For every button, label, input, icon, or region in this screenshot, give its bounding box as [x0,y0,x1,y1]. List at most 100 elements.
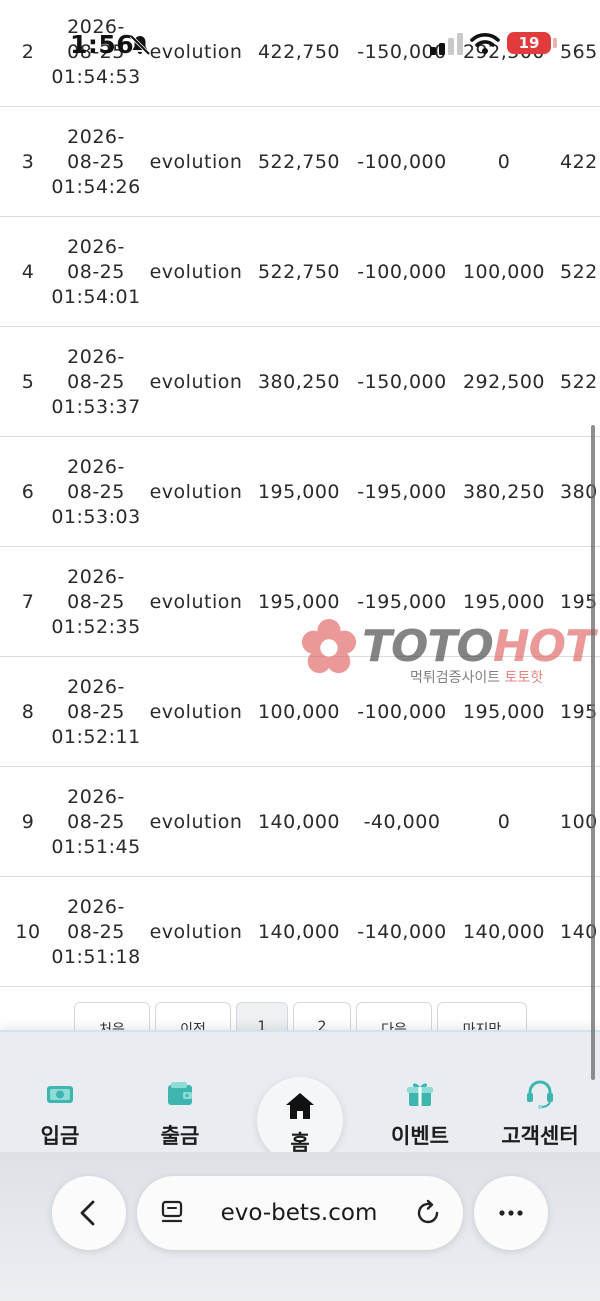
row-number: 9 [21,811,35,833]
row-win: 0 [497,151,511,173]
row-game: evolution [149,41,243,63]
table-row: 3 2026- 08-25 01:54:26 evolution 522,750… [0,107,600,217]
row-datetime: 2026- 08-25 01:51:18 [50,877,142,987]
wallet-icon [168,1082,192,1105]
row-month-day: 08-25 [67,480,125,503]
row-time: 01:53:03 [51,505,141,528]
row-datetime: 2026- 08-25 01:54:26 [50,107,142,217]
watermark: TOTOHOT 먹튀검증사이트 토토핫 [298,615,598,695]
gift-icon [407,1083,433,1106]
reload-icon[interactable] [413,1198,443,1228]
nav-deposit-label: 입금 [40,1124,80,1148]
row-win: 292,500 [462,371,546,393]
nav-withdraw-label: 출금 [160,1124,200,1148]
row-year: 2026- [67,565,125,588]
row-datetime: 2026- 08-25 01:54:01 [50,217,142,327]
row-datetime: 2026- 08-25 01:52:35 [50,547,142,657]
row-month-day: 08-25 [67,40,125,63]
back-button[interactable] [52,1176,126,1250]
row-win: 0 [497,811,511,833]
nav-support-label: 고객센터 [501,1124,579,1148]
row-balance-after: 522 [560,371,598,393]
watermark-brand-a: TOTO [362,621,494,672]
url-text: evo-bets.com [220,1200,378,1226]
row-month-day: 08-25 [67,920,125,943]
row-time: 01:51:45 [51,835,141,858]
row-time: 01:54:26 [51,175,141,198]
row-datetime: 2026- 08-25 01:52:11 [50,657,142,767]
watermark-sub-b: 토토핫 [504,670,544,686]
row-bet: -140,000 [357,921,447,943]
row-month-day: 08-25 [67,260,125,283]
row-balance-before: 522,750 [257,151,341,173]
row-datetime: 2026- 08-25 01:54:53 [50,0,142,107]
watermark-sub-a: 먹튀검증사이트 [410,670,501,686]
row-month-day: 08-25 [67,700,125,723]
row-time: 01:54:01 [51,285,141,308]
row-number: 8 [21,701,35,723]
headset-icon [527,1080,553,1109]
row-time: 01:52:11 [51,725,141,748]
tabs-icon [161,1200,183,1223]
row-balance-before: 140,000 [257,921,341,943]
row-game: evolution [149,151,243,173]
row-win: 140,000 [462,921,546,943]
row-month-day: 08-25 [67,150,125,173]
row-bet: -100,000 [357,261,447,283]
flower-logo-icon [301,618,357,674]
row-win: 100,000 [462,261,546,283]
cash-icon [47,1086,73,1103]
table-row: 10 2026- 08-25 01:51:18 evolution 140,00… [0,877,600,987]
row-balance-after: 565 [560,41,598,63]
row-year: 2026- [67,785,125,808]
row-game: evolution [149,591,243,613]
row-game: evolution [149,261,243,283]
row-bet: -150,000 [357,41,447,63]
row-year: 2026- [67,455,125,478]
row-number: 7 [21,591,35,613]
row-game: evolution [149,921,243,943]
table-row: 9 2026- 08-25 01:51:45 evolution 140,000… [0,767,600,877]
row-number: 6 [21,481,35,503]
row-game: evolution [149,371,243,393]
row-balance-after: 422 [560,151,598,173]
row-year: 2026- [67,675,125,698]
row-win: 292,500 [462,41,546,63]
row-number: 10 [15,921,41,943]
address-bar[interactable]: evo-bets.com [137,1176,463,1250]
nav-support[interactable]: 고객센터 [490,1032,590,1157]
row-game: evolution [149,811,243,833]
row-bet: -195,000 [357,481,447,503]
nav-home[interactable]: 홈 [257,1077,343,1163]
nav-withdraw[interactable]: 출금 [140,1032,220,1157]
row-balance-before: 195,000 [257,481,341,503]
nav-event-label: 이벤트 [391,1124,449,1148]
row-number: 4 [21,261,35,283]
bottom-nav: 입금 출금 이벤트 고객센터 홈 [0,1030,600,1163]
row-game: evolution [149,701,243,723]
table-row: 2 2026- 08-25 01:54:53 evolution 422,750… [0,0,600,107]
row-balance-before: 422,750 [257,41,341,63]
row-win: 380,250 [462,481,546,503]
scrollbar[interactable] [591,425,595,1080]
table-row: 4 2026- 08-25 01:54:01 evolution 522,750… [0,217,600,327]
row-number: 2 [21,41,35,63]
row-datetime: 2026- 08-25 01:51:45 [50,767,142,877]
watermark-brand-b: HOT [492,621,595,672]
more-icon [499,1210,523,1216]
history-table: 2 2026- 08-25 01:54:53 evolution 422,750… [0,0,600,987]
watermark-brand: TOTOHOT [362,621,595,672]
more-button[interactable] [474,1176,548,1250]
table-row: 6 2026- 08-25 01:53:03 evolution 195,000… [0,437,600,547]
row-time: 01:53:37 [51,395,141,418]
row-time: 01:54:53 [51,65,141,88]
row-year: 2026- [67,235,125,258]
nav-deposit[interactable]: 입금 [20,1032,100,1157]
row-balance-before: 380,250 [257,371,341,393]
row-bet: -150,000 [357,371,447,393]
browser-toolbar: evo-bets.com [0,1152,600,1301]
nav-event[interactable]: 이벤트 [375,1032,465,1157]
row-bet: -100,000 [357,151,447,173]
row-datetime: 2026- 08-25 01:53:03 [50,437,142,547]
row-number: 3 [21,151,35,173]
